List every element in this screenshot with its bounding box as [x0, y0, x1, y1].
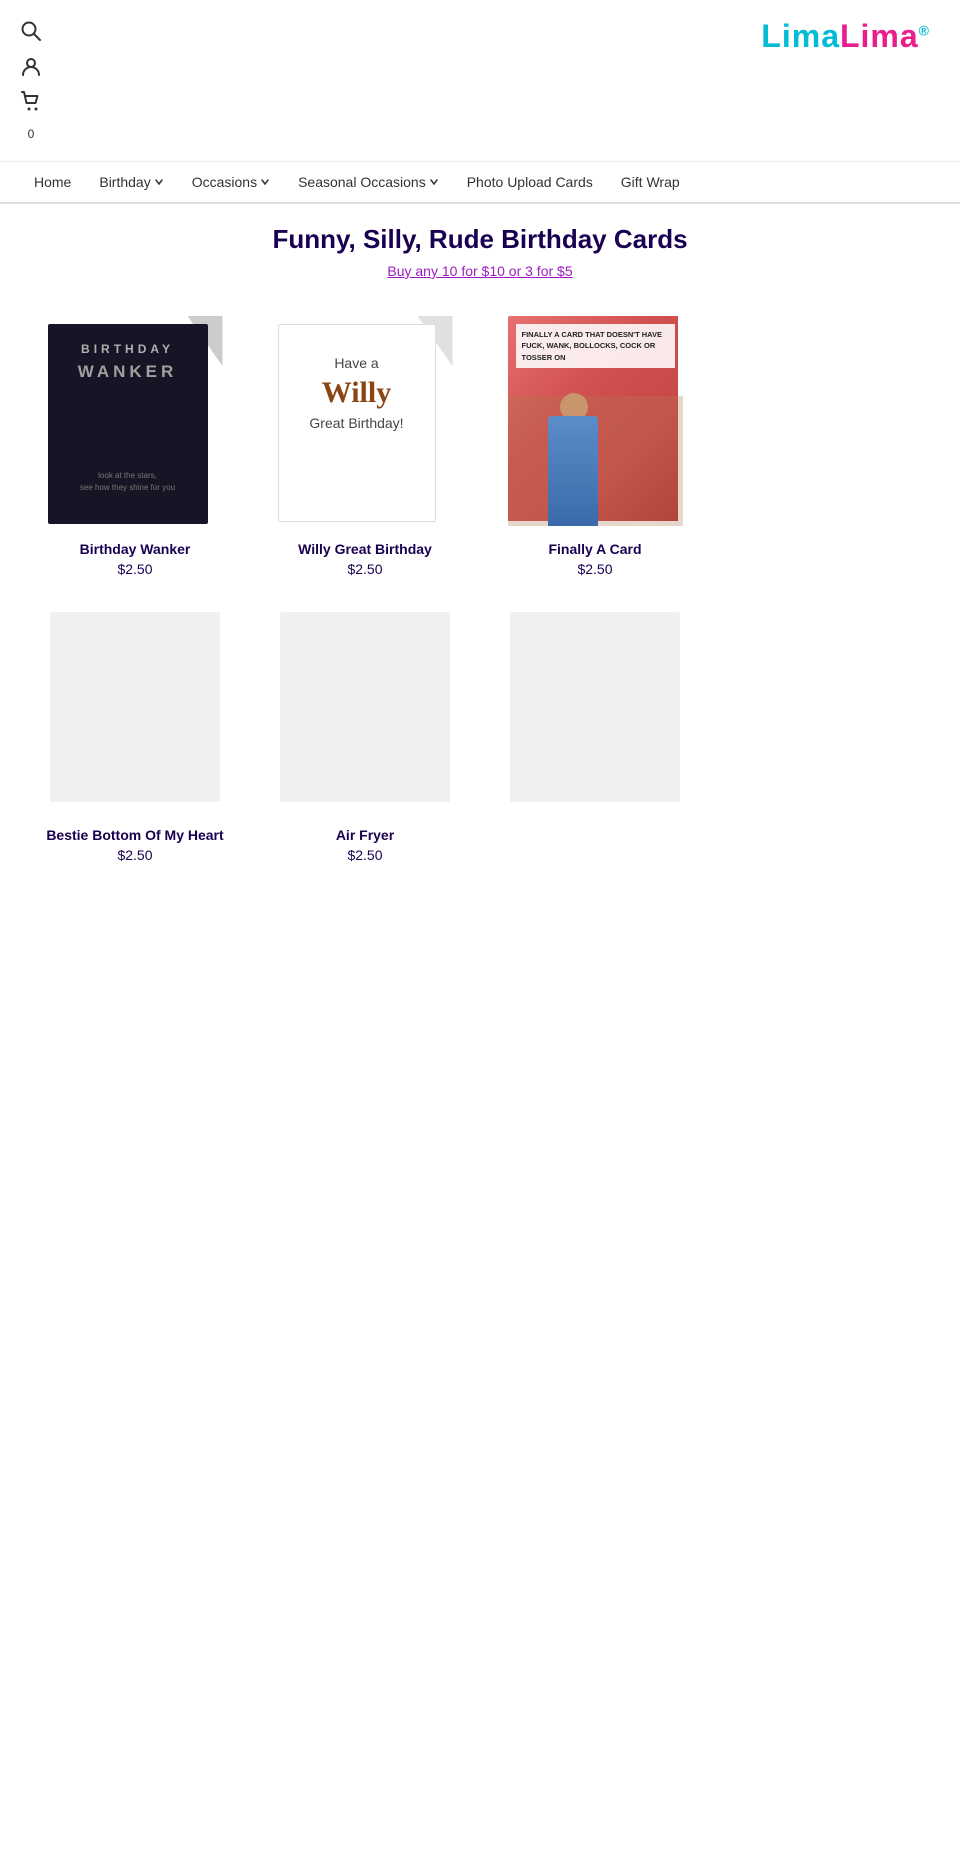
- card-text-birthday: BIRTHDAY: [48, 342, 208, 356]
- promo-link[interactable]: Buy any 10 for $10 or 3 for $5: [387, 263, 572, 279]
- product-image-airfryer: [270, 597, 460, 817]
- seasonal-dropdown-icon: [429, 177, 439, 187]
- product-price-2: $2.50: [347, 561, 382, 577]
- empty-slot-1: [720, 311, 930, 577]
- product-name-3: Finally A Card: [548, 541, 641, 557]
- search-icon[interactable]: [20, 20, 42, 47]
- card-body-2: Have a Willy Great Birthday!: [278, 324, 436, 522]
- product-image-bestie: [40, 597, 230, 817]
- product-card-birthday-wanker[interactable]: BIRTHDAY WANKER look at the stars,see ho…: [30, 311, 240, 577]
- product-price-4: $2.50: [117, 847, 152, 863]
- product-card-willy[interactable]: Have a Willy Great Birthday! Willy Great…: [260, 311, 470, 577]
- card-placeholder-empty: [510, 612, 680, 802]
- card-person: [548, 393, 598, 526]
- nav-item-seasonal[interactable]: Seasonal Occasions: [284, 162, 453, 202]
- nav-link-gift-wrap[interactable]: Gift Wrap: [607, 162, 694, 202]
- product-card-bestie[interactable]: Bestie Bottom Of My Heart $2.50: [30, 597, 240, 863]
- card-text-wanker: WANKER: [48, 362, 208, 382]
- cart-count: 0: [20, 127, 42, 141]
- card-great-text: Great Birthday!: [291, 415, 423, 431]
- nav-link-occasions[interactable]: Occasions: [178, 162, 284, 202]
- product-price-3: $2.50: [577, 561, 612, 577]
- logo-reg: ®: [919, 22, 930, 38]
- card-placeholder-bestie: [50, 612, 220, 802]
- nav-link-birthday[interactable]: Birthday: [85, 162, 177, 202]
- card-subtext-1: look at the stars,see how they shine for…: [68, 470, 188, 494]
- nav-item-birthday[interactable]: Birthday: [85, 162, 177, 202]
- nav-item-occasions[interactable]: Occasions: [178, 162, 284, 202]
- occasions-dropdown-icon: [260, 177, 270, 187]
- account-icon[interactable]: [20, 55, 42, 82]
- product-image-finally: FINALLY A CARD THAT DOESN'T HAVE FUCK, W…: [500, 311, 690, 531]
- product-price-5: $2.50: [347, 847, 382, 863]
- logo: LimaLima®: [761, 18, 930, 55]
- nav-item-gift-wrap[interactable]: Gift Wrap: [607, 162, 694, 202]
- main-nav: Home Birthday Occasions Seasonal Occasio…: [0, 162, 960, 204]
- product-card-empty[interactable]: [490, 597, 700, 863]
- birthday-dropdown-icon: [154, 177, 164, 187]
- product-name-4: Bestie Bottom Of My Heart: [46, 827, 223, 843]
- logo-part1: Lima: [761, 18, 840, 54]
- card-placeholder-airfryer: [280, 612, 450, 802]
- product-image-willy: Have a Willy Great Birthday!: [270, 311, 460, 531]
- header-icons: 0: [20, 10, 42, 151]
- card-body-1: BIRTHDAY WANKER look at the stars,see ho…: [48, 324, 208, 524]
- nav-link-photo-upload[interactable]: Photo Upload Cards: [453, 162, 607, 202]
- header: 0 LimaLima®: [0, 0, 960, 162]
- product-card-finally[interactable]: FINALLY A CARD THAT DOESN'T HAVE FUCK, W…: [490, 311, 700, 577]
- nav-item-home[interactable]: Home: [20, 162, 85, 202]
- card-text-finally: FINALLY A CARD THAT DOESN'T HAVE FUCK, W…: [516, 324, 675, 368]
- nav-link-seasonal[interactable]: Seasonal Occasions: [284, 162, 453, 202]
- nav-link-home[interactable]: Home: [20, 162, 85, 202]
- product-name-5: Air Fryer: [336, 827, 394, 843]
- product-card-airfryer[interactable]: Air Fryer $2.50: [260, 597, 470, 863]
- card-have: Have a: [291, 355, 423, 371]
- product-image-birthday-wanker: BIRTHDAY WANKER look at the stars,see ho…: [40, 311, 230, 531]
- cart-icon[interactable]: [20, 90, 42, 117]
- product-name-2: Willy Great Birthday: [298, 541, 432, 557]
- promo-banner[interactable]: Buy any 10 for $10 or 3 for $5: [20, 263, 940, 281]
- page-title: Funny, Silly, Rude Birthday Cards: [20, 224, 940, 255]
- logo-part2: Lima: [840, 18, 919, 54]
- product-image-empty: [500, 597, 690, 817]
- product-grid: BIRTHDAY WANKER look at the stars,see ho…: [20, 311, 940, 863]
- card-willy-text: Willy: [291, 376, 423, 410]
- main-content: Funny, Silly, Rude Birthday Cards Buy an…: [0, 204, 960, 883]
- product-name-1: Birthday Wanker: [80, 541, 191, 557]
- nav-item-photo-upload[interactable]: Photo Upload Cards: [453, 162, 607, 202]
- product-price-1: $2.50: [117, 561, 152, 577]
